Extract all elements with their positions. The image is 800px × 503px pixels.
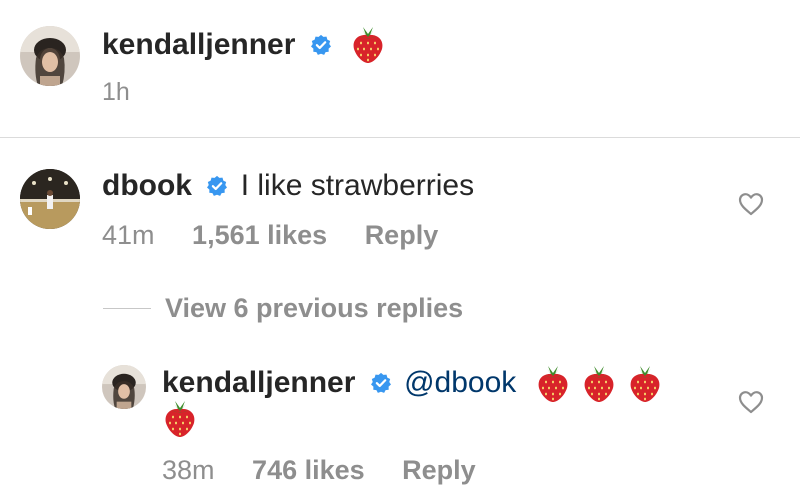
reply-strawberry-emojis — [525, 366, 663, 403]
post-time: 1h — [102, 78, 130, 106]
reply-strawberry-emoji-wrap — [162, 400, 198, 438]
reply-author-avatar[interactable] — [102, 365, 146, 409]
comment-row: dbook I like strawberries — [102, 165, 474, 206]
post-author-avatar[interactable] — [20, 26, 80, 86]
heart-icon[interactable] — [737, 191, 765, 217]
replies-divider-line — [103, 307, 151, 309]
strawberry-emoji-icon — [538, 366, 568, 403]
reply-mention-link[interactable]: @dbook — [404, 366, 516, 399]
verified-badge-icon — [370, 372, 391, 393]
strawberry-emoji-icon — [630, 366, 660, 403]
comment-time: 41m — [102, 220, 155, 250]
post-author-username[interactable]: kendalljenner — [102, 28, 295, 61]
reply-meta: 38m 746 likes Reply — [162, 455, 506, 486]
comment-text: I like strawberries — [240, 169, 475, 203]
reply-row: kendalljenner @dbook — [162, 362, 663, 403]
comment-reply-button[interactable]: Reply — [365, 220, 439, 250]
section-divider — [0, 137, 800, 138]
comment-likes-link[interactable]: 1,561 likes — [192, 220, 327, 250]
post-author-row: kendalljenner — [102, 24, 386, 65]
strawberry-emoji-icon — [584, 366, 614, 403]
strawberry-emoji-icon — [353, 27, 383, 64]
reply-author-username[interactable]: kendalljenner — [162, 366, 355, 399]
reply-reply-button[interactable]: Reply — [402, 455, 476, 485]
view-previous-replies-label: View 6 previous replies — [165, 292, 464, 323]
reply-time: 38m — [162, 455, 215, 485]
strawberry-emoji-icon — [165, 401, 195, 437]
verified-badge-icon — [207, 175, 228, 196]
verified-badge-icon — [310, 34, 331, 55]
heart-icon[interactable] — [737, 389, 765, 415]
view-previous-replies-button[interactable]: View 6 previous replies — [103, 290, 463, 326]
comment-author-username[interactable]: dbook — [102, 169, 192, 202]
reply-likes-link[interactable]: 746 likes — [252, 455, 365, 485]
comment-meta: 41m 1,561 likes Reply — [102, 220, 468, 251]
comment-author-avatar[interactable] — [20, 169, 80, 229]
